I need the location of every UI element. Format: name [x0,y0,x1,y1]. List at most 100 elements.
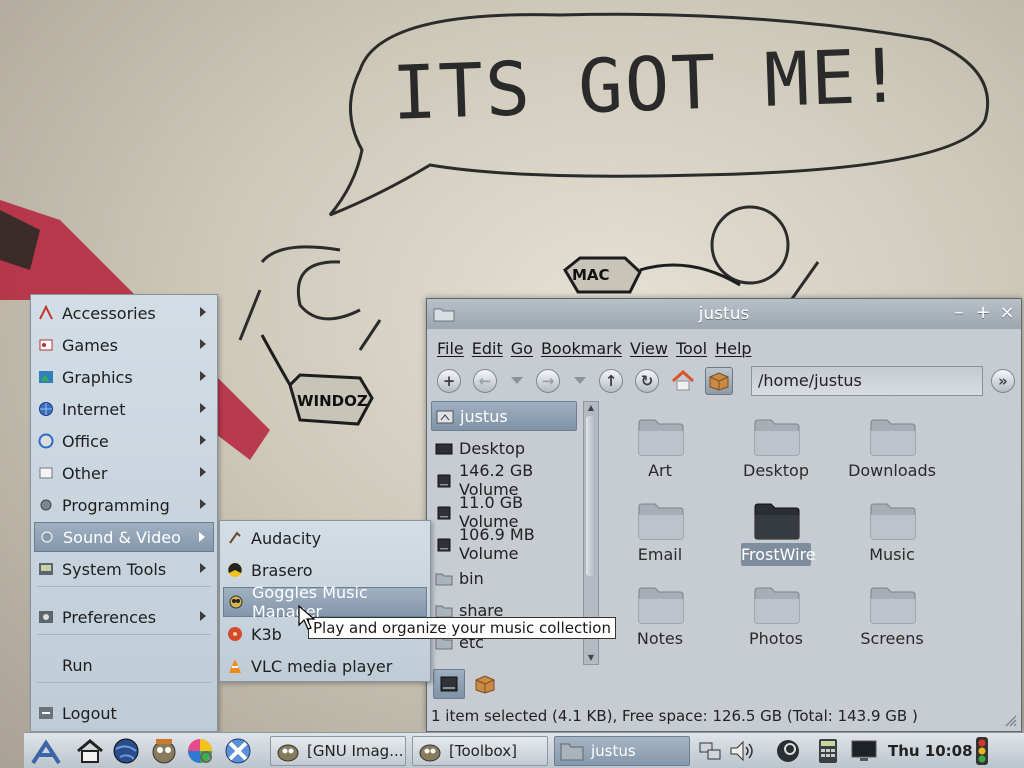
submenu-arrow-icon [200,611,206,621]
places-tab[interactable] [433,669,465,699]
taskbar-file-manager[interactable]: justus [554,736,690,766]
menu-item-preferences[interactable]: Preferences [34,602,214,632]
menu-item-system-tools[interactable]: System Tools [34,554,214,584]
calculator-tray[interactable] [814,736,842,766]
graphics-icon [38,369,54,385]
audacity-icon [227,530,243,546]
submenu-arrow-icon [200,499,206,509]
menu-item-run[interactable]: Run [34,650,214,680]
applications-menu: Accessories Games Graphics Internet Office Ot… [30,294,218,732]
sidebar-item-desktop[interactable]: Desktop [431,433,577,463]
menu-item-other[interactable]: Other [34,458,214,488]
menu-item-audacity[interactable]: Audacity [223,523,427,553]
volume-tray[interactable] [728,736,756,766]
forward-history-dropdown[interactable] [574,377,586,384]
forward-button[interactable]: → [534,367,562,395]
folder-label: Email [637,545,683,564]
file-manager-window: justus – + × File Edit Go Bookmark View … [426,298,1022,732]
menu-item-accessories[interactable]: Accessories [34,298,214,328]
back-button[interactable]: ← [471,367,499,395]
folder-desktop[interactable]: Desktop [731,409,821,489]
menu-file[interactable]: File [437,339,464,358]
taskbar-toolbox[interactable]: [Toolbox] [412,736,548,766]
browser-launcher[interactable] [110,735,142,767]
menu-item-games[interactable]: Games [34,330,214,360]
package-icon [475,675,495,694]
scroll-up-icon[interactable]: ▲ [586,403,596,413]
scrollbar-thumb[interactable] [586,416,596,576]
color-launcher[interactable] [184,735,216,767]
go-button[interactable]: » [989,367,1017,395]
menu-item-brasero[interactable]: Brasero [223,555,427,585]
window-titlebar[interactable]: justus – + × [427,299,1021,329]
menu-item-sound-video[interactable]: Sound & Video [34,522,214,552]
menu-view[interactable]: View [630,339,668,358]
sidebar-item-11-0-gb-volume[interactable]: 11.0 GB Volume [431,493,577,531]
scroll-down-icon[interactable]: ▼ [586,653,596,663]
applications-button[interactable] [705,367,733,395]
folder-music[interactable]: Music [847,493,937,573]
folder-email[interactable]: Email [615,493,705,573]
directory-tree-tab[interactable] [469,669,501,699]
back-history-dropdown[interactable] [511,377,523,384]
toolbar: + ← → ↑ ↻ /home/justus » [431,363,1019,399]
menu-edit[interactable]: Edit [472,339,503,358]
forward-arrow-icon: → [536,369,560,393]
menu-item-label: Audacity [251,528,322,548]
folder-label: Downloads [848,461,936,480]
drive-icon [435,505,453,520]
sidebar-item-106-9-mb-volume[interactable]: 106.9 MB Volume [431,525,577,563]
traffic-light-icon [976,737,988,765]
menu-item-goggles-music-manager[interactable]: Goggles Music Manager [223,583,427,621]
folder-downloads[interactable]: Downloads [847,409,937,489]
folder-frostwire[interactable]: FrostWire [731,493,821,573]
windoz-tag-text: WINDOZ [297,392,368,410]
folder-screens[interactable]: Screens [847,577,937,657]
close-button[interactable]: × [996,302,1018,326]
folder-icon [754,587,800,624]
menu-go[interactable]: Go [511,339,533,358]
reload-button[interactable]: ↻ [633,367,661,395]
network-launcher[interactable] [222,735,254,767]
desktop-icon [435,441,453,455]
sidebar-item-justus[interactable]: justus [431,401,577,431]
menu-bookmark[interactable]: Bookmark [541,339,622,358]
folder-notes[interactable]: Notes [615,577,705,657]
menu-help[interactable]: Help [715,339,751,358]
sidebar-item-label: bin [459,568,484,588]
minimize-button[interactable]: – [948,302,970,326]
home-button[interactable] [669,367,697,395]
x-globe-icon [225,738,251,764]
menu-item-logout[interactable]: Logout [34,698,214,728]
menu-item-programming[interactable]: Programming [34,490,214,520]
maximize-button[interactable]: + [972,302,994,326]
sidebar-item-146-2-gb-volume[interactable]: 146.2 GB Volume [431,461,577,499]
games-icon [38,337,54,353]
mac-tag-text: MAC [572,266,610,284]
location-bar[interactable]: /home/justus [751,366,983,396]
gimp-launcher[interactable] [148,735,180,767]
menu-item-label: K3b [251,624,282,644]
menu-item-internet[interactable]: Internet [34,394,214,424]
clock[interactable]: Thu 10:08 [888,733,973,768]
menu-launcher[interactable] [30,735,62,767]
up-arrow-icon: ↑ [599,369,623,393]
folder-photos[interactable]: Photos [731,577,821,657]
up-button[interactable]: ↑ [597,367,625,395]
sound-video-icon [39,529,55,545]
home-folder-icon [436,409,454,424]
traffic-light-tray[interactable] [968,736,996,766]
display-tray[interactable] [850,736,878,766]
new-tab-button[interactable]: + [435,367,463,395]
folder-art[interactable]: Art [615,409,705,489]
menu-item-graphics[interactable]: Graphics [34,362,214,392]
steam-tray[interactable] [774,736,802,766]
taskbar-gimp[interactable]: [GNU Imag... [270,736,406,766]
menu-tool[interactable]: Tool [676,339,707,358]
menu-item-vlc-media-player[interactable]: VLC media player [223,651,427,681]
network-tray[interactable] [696,736,724,766]
menu-item-office[interactable]: Office [34,426,214,456]
sidebar-item-bin[interactable]: bin [431,563,577,593]
home-launcher[interactable] [74,735,106,767]
resize-grip-icon[interactable] [1003,713,1017,727]
